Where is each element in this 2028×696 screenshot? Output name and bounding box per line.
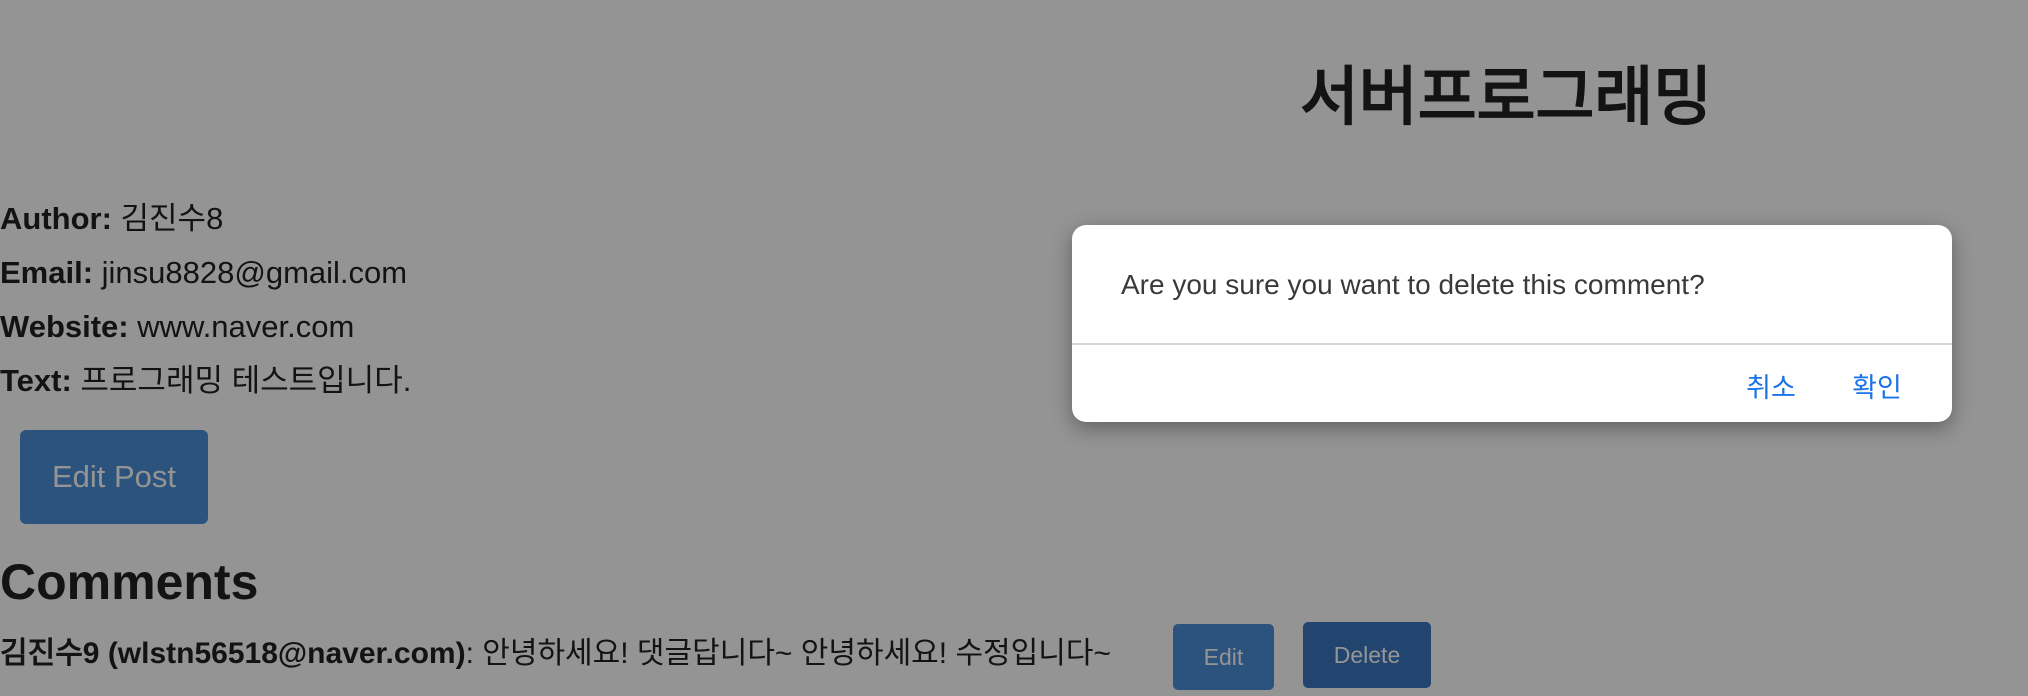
cancel-button[interactable]: 취소 <box>1740 363 1802 407</box>
dialog-message: Are you sure you want to delete this com… <box>1121 269 1705 300</box>
confirm-button[interactable]: 확인 <box>1846 363 1908 407</box>
confirm-dialog: Are you sure you want to delete this com… <box>1072 225 1952 422</box>
dialog-divider <box>1072 343 1952 345</box>
